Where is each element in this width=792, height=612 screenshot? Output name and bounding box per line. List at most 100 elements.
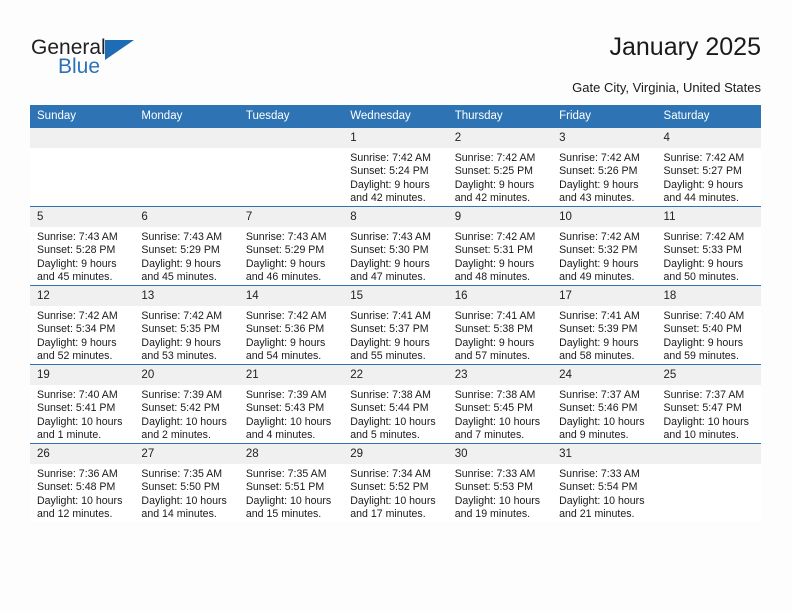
calendar-day-cell[interactable]: 27 Sunrise: 7:35 AM Sunset: 5:50 PM Dayl… (134, 443, 239, 522)
calendar-day-cell[interactable]: 20 Sunrise: 7:39 AM Sunset: 5:42 PM Dayl… (134, 364, 239, 444)
calendar-day-cell[interactable]: 18 Sunrise: 7:40 AM Sunset: 5:40 PM Dayl… (656, 285, 761, 365)
calendar-day-cell[interactable]: 30 Sunrise: 7:33 AM Sunset: 5:53 PM Dayl… (447, 443, 553, 522)
sunset-text: Sunset: 5:44 PM (350, 402, 429, 415)
daylight-text-line2: and 53 minutes. (141, 350, 217, 363)
sunrise-text: Sunrise: 7:41 AM (454, 310, 536, 322)
daylight-text-line2: and 42 minutes. (454, 192, 531, 205)
day-info: Sunrise: 7:42 AM Sunset: 5:26 PM Dayligh… (552, 148, 656, 206)
daylight-text-line2: and 5 minutes. (350, 429, 420, 442)
calendar-day-cell[interactable]: 19 Sunrise: 7:40 AM Sunset: 5:41 PM Dayl… (30, 364, 135, 444)
sunset-text: Sunset: 5:41 PM (37, 402, 116, 415)
daylight-text-line2: and 59 minutes. (663, 350, 739, 363)
calendar-day-cell[interactable]: 6 Sunrise: 7:43 AM Sunset: 5:29 PM Dayli… (134, 206, 239, 286)
daylight-text-line2: and 7 minutes. (454, 429, 525, 442)
day-number: 3 (552, 128, 657, 148)
sunset-text: Sunset: 5:26 PM (559, 165, 638, 178)
calendar-day-cell[interactable]: 26 Sunrise: 7:36 AM Sunset: 5:48 PM Dayl… (30, 443, 135, 522)
sunrise-text: Sunrise: 7:42 AM (559, 152, 640, 164)
calendar-day-cell[interactable]: 15 Sunrise: 7:41 AM Sunset: 5:37 PM Dayl… (343, 285, 448, 365)
calendar-day-cell[interactable]: 13 Sunrise: 7:42 AM Sunset: 5:35 PM Dayl… (134, 285, 239, 365)
sunrise-text: Sunrise: 7:35 AM (141, 468, 223, 480)
daylight-text-line2: and 15 minutes. (245, 508, 322, 521)
day-number: 13 (134, 286, 239, 306)
day-number: 5 (30, 207, 135, 227)
sunrise-text: Sunrise: 7:35 AM (245, 468, 327, 480)
sunset-text: Sunset: 5:27 PM (663, 165, 742, 178)
daylight-text-line2: and 21 minutes. (559, 508, 635, 521)
sunset-text: Sunset: 5:39 PM (559, 323, 638, 336)
calendar-day-cell[interactable]: 23 Sunrise: 7:38 AM Sunset: 5:45 PM Dayl… (447, 364, 553, 444)
calendar-day-cell[interactable]: 16 Sunrise: 7:41 AM Sunset: 5:38 PM Dayl… (447, 285, 553, 365)
day-info: Sunrise: 7:43 AM Sunset: 5:28 PM Dayligh… (30, 227, 134, 285)
day-number: 2 (447, 128, 553, 148)
calendar-day-cell[interactable]: 25 Sunrise: 7:37 AM Sunset: 5:47 PM Dayl… (656, 364, 761, 444)
calendar-day-cell[interactable]: 7 Sunrise: 7:43 AM Sunset: 5:29 PM Dayli… (238, 206, 344, 286)
daylight-text-line1: Daylight: 9 hours (141, 257, 221, 270)
calendar-day-cell[interactable]: 1 Sunrise: 7:42 AM Sunset: 5:24 PM Dayli… (343, 127, 448, 207)
day-info: Sunrise: 7:42 AM Sunset: 5:32 PM Dayligh… (552, 227, 656, 285)
calendar-day-cell (656, 443, 761, 522)
daylight-text-line2: and 4 minutes. (245, 429, 316, 442)
sunset-text: Sunset: 5:40 PM (663, 323, 742, 336)
day-number: 9 (447, 207, 553, 227)
daylight-text-line2: and 43 minutes. (559, 192, 635, 205)
calendar-day-cell[interactable]: 17 Sunrise: 7:41 AM Sunset: 5:39 PM Dayl… (552, 285, 657, 365)
weekday-header-wednesday: Wednesday (343, 105, 448, 128)
day-number: 12 (30, 286, 135, 306)
daylight-text-line2: and 19 minutes. (454, 508, 531, 521)
calendar-day-cell[interactable]: 8 Sunrise: 7:43 AM Sunset: 5:30 PM Dayli… (343, 206, 448, 286)
sunrise-text: Sunrise: 7:36 AM (37, 468, 118, 480)
daylight-text-line1: Daylight: 10 hours (454, 415, 541, 428)
day-info: Sunrise: 7:36 AM Sunset: 5:48 PM Dayligh… (30, 464, 134, 522)
day-info: Sunrise: 7:42 AM Sunset: 5:35 PM Dayligh… (134, 306, 238, 364)
sunset-text: Sunset: 5:25 PM (454, 165, 534, 178)
sunset-text: Sunset: 5:31 PM (454, 244, 534, 257)
calendar-day-cell[interactable]: 21 Sunrise: 7:39 AM Sunset: 5:43 PM Dayl… (238, 364, 344, 444)
daylight-text-line2: and 48 minutes. (454, 271, 531, 284)
sunset-text: Sunset: 5:45 PM (454, 402, 534, 415)
calendar-day-cell (30, 127, 135, 207)
calendar-day-cell[interactable]: 14 Sunrise: 7:42 AM Sunset: 5:36 PM Dayl… (238, 285, 344, 365)
day-info: Sunrise: 7:35 AM Sunset: 5:50 PM Dayligh… (134, 464, 238, 522)
brand-logo[interactable]: General Blue (31, 36, 161, 84)
daylight-text-line2: and 49 minutes. (559, 271, 635, 284)
day-info: Sunrise: 7:33 AM Sunset: 5:53 PM Dayligh… (448, 464, 552, 522)
day-number (656, 444, 761, 464)
sunset-text: Sunset: 5:46 PM (559, 402, 638, 415)
calendar-day-cell[interactable]: 5 Sunrise: 7:43 AM Sunset: 5:28 PM Dayli… (30, 206, 135, 286)
daylight-text-line1: Daylight: 9 hours (350, 257, 430, 270)
calendar-day-cell[interactable]: 24 Sunrise: 7:37 AM Sunset: 5:46 PM Dayl… (552, 364, 657, 444)
daylight-text-line1: Daylight: 10 hours (37, 494, 123, 507)
day-number (238, 128, 344, 148)
calendar-day-cell[interactable]: 9 Sunrise: 7:42 AM Sunset: 5:31 PM Dayli… (447, 206, 553, 286)
calendar-day-cell[interactable]: 29 Sunrise: 7:34 AM Sunset: 5:52 PM Dayl… (343, 443, 448, 522)
calendar-day-cell[interactable]: 28 Sunrise: 7:35 AM Sunset: 5:51 PM Dayl… (238, 443, 344, 522)
day-info: Sunrise: 7:39 AM Sunset: 5:42 PM Dayligh… (134, 385, 238, 443)
page-header: General Blue January 2025 Gate City, Vir… (0, 0, 792, 100)
calendar-day-cell (238, 127, 344, 207)
daylight-text-line1: Daylight: 10 hours (559, 494, 645, 507)
daylight-text-line1: Daylight: 9 hours (245, 336, 326, 349)
day-number: 11 (656, 207, 761, 227)
daylight-text-line1: Daylight: 9 hours (663, 336, 744, 349)
day-number: 21 (238, 365, 344, 385)
calendar-day-cell[interactable]: 12 Sunrise: 7:42 AM Sunset: 5:34 PM Dayl… (30, 285, 135, 365)
day-number: 10 (552, 207, 657, 227)
sunset-text: Sunset: 5:32 PM (559, 244, 638, 257)
calendar-day-cell[interactable]: 2 Sunrise: 7:42 AM Sunset: 5:25 PM Dayli… (447, 127, 553, 207)
page-title: January 2025 (609, 33, 761, 61)
daylight-text-line2: and 46 minutes. (245, 271, 322, 284)
daylight-text-line1: Daylight: 10 hours (663, 415, 749, 428)
sunset-text: Sunset: 5:30 PM (350, 244, 429, 257)
daylight-text-line2: and 9 minutes. (559, 429, 629, 442)
sunrise-text: Sunrise: 7:43 AM (245, 231, 327, 243)
calendar-day-cell[interactable]: 11 Sunrise: 7:42 AM Sunset: 5:33 PM Dayl… (656, 206, 761, 286)
calendar-day-cell[interactable]: 3 Sunrise: 7:42 AM Sunset: 5:26 PM Dayli… (552, 127, 657, 207)
day-number (134, 128, 239, 148)
daylight-text-line1: Daylight: 10 hours (350, 494, 436, 507)
calendar-day-cell[interactable]: 10 Sunrise: 7:42 AM Sunset: 5:32 PM Dayl… (552, 206, 657, 286)
sunrise-text: Sunrise: 7:33 AM (454, 468, 536, 480)
calendar-day-cell[interactable]: 4 Sunrise: 7:42 AM Sunset: 5:27 PM Dayli… (656, 127, 761, 207)
calendar-day-cell[interactable]: 31 Sunrise: 7:33 AM Sunset: 5:54 PM Dayl… (552, 443, 657, 522)
calendar-day-cell[interactable]: 22 Sunrise: 7:38 AM Sunset: 5:44 PM Dayl… (343, 364, 448, 444)
